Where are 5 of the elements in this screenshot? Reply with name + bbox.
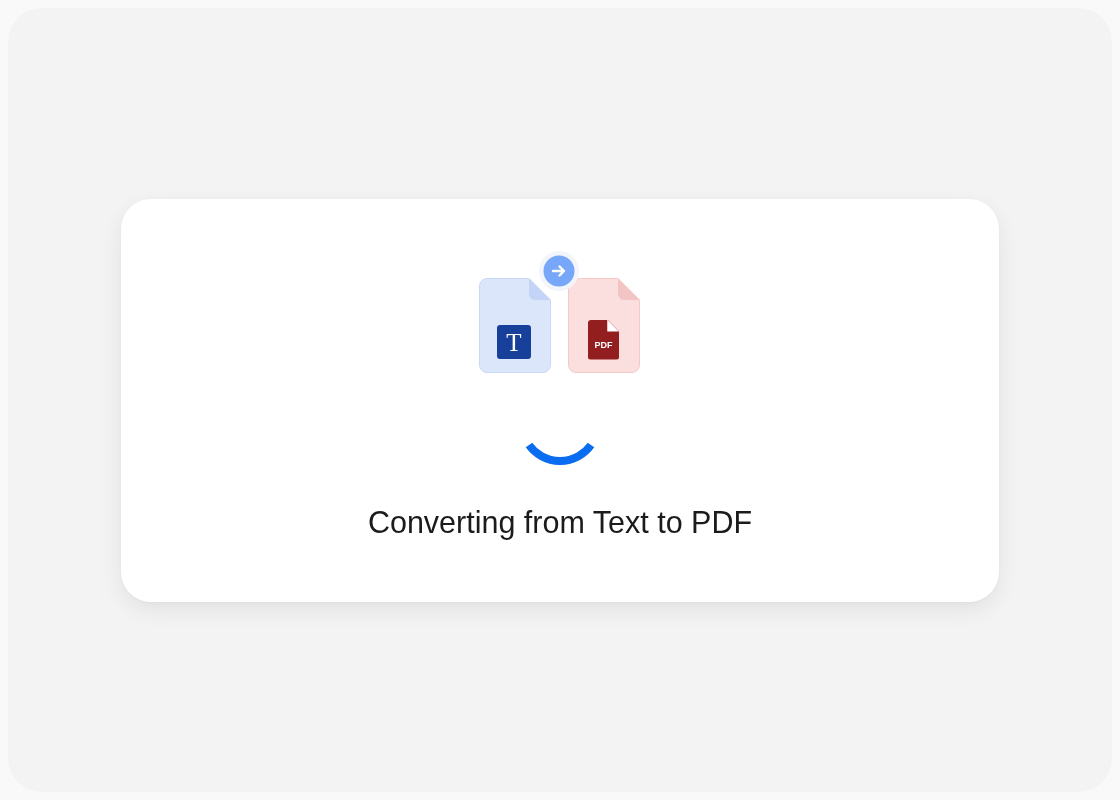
arrow-right-icon (539, 250, 579, 291)
file-type-badge: T (497, 324, 531, 359)
loading-spinner (525, 440, 595, 466)
file-type-badge: PDF (588, 319, 619, 360)
status-text: Converting from Text to PDF (367, 503, 753, 540)
